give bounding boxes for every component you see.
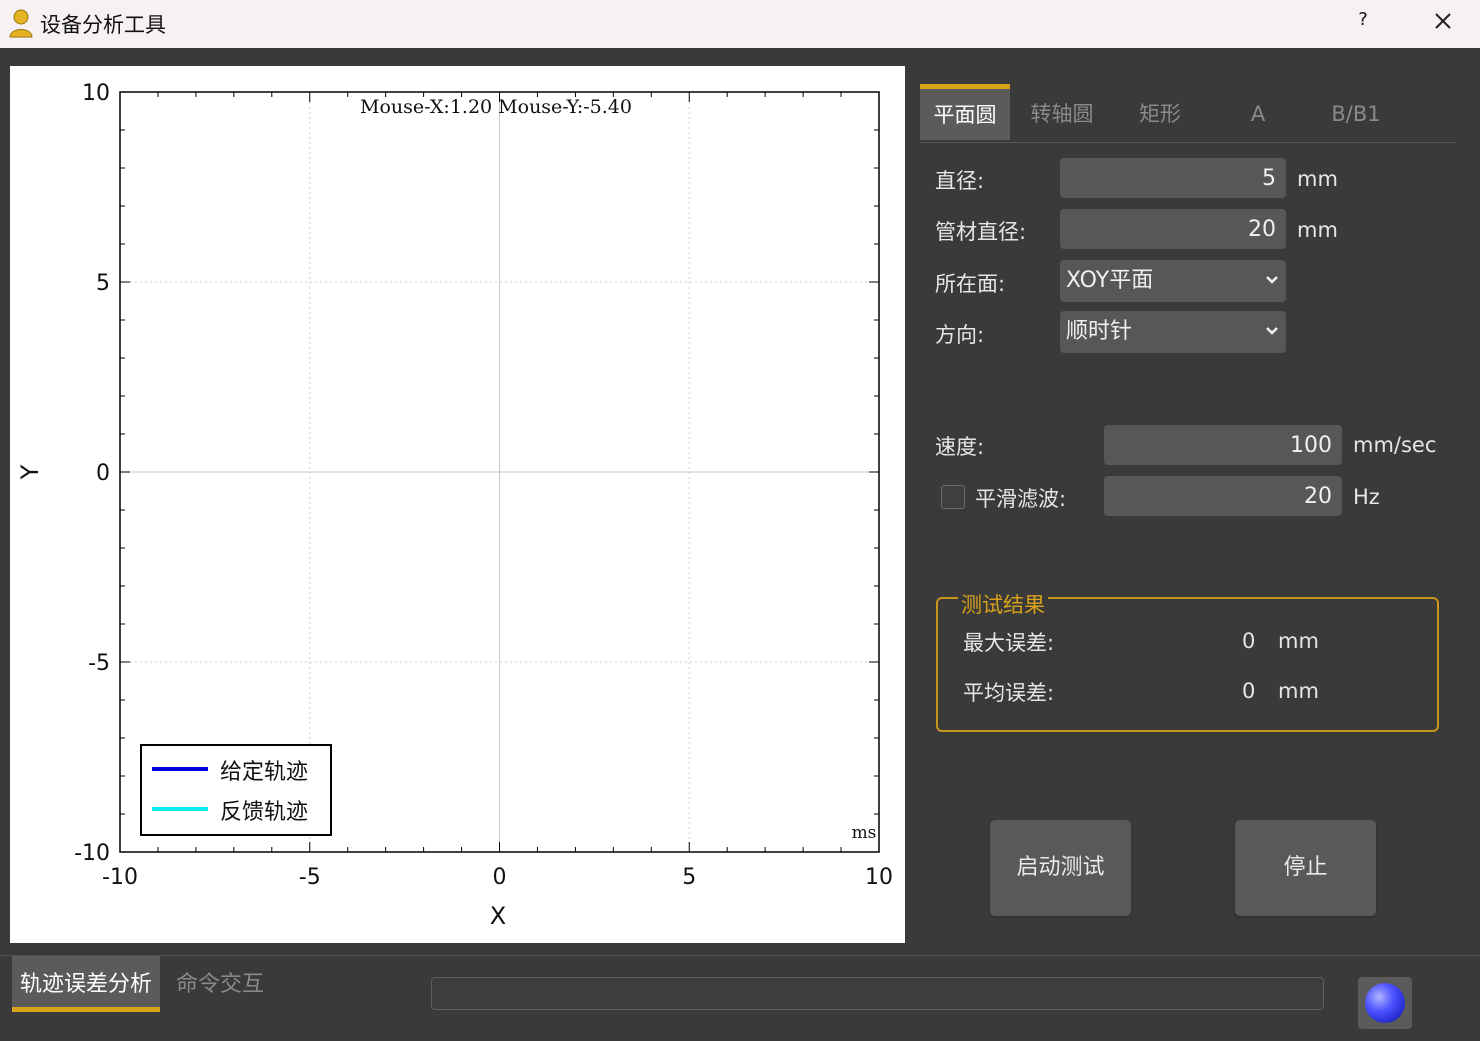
tube-diameter-input[interactable]: 20 (1060, 209, 1286, 249)
direction-label: 方向: (935, 323, 985, 347)
window-title: 设备分析工具 (40, 13, 166, 37)
close-icon[interactable] (1428, 6, 1458, 36)
direction-select-value: 顺时针 (1066, 319, 1133, 344)
diameter-label: 直径: (935, 169, 985, 193)
tab-rectangle[interactable]: 矩形 (1114, 84, 1206, 140)
mouse-readout: Mouse-X:1.20 Mouse-Y:-5.40 (360, 96, 632, 118)
avg-error-label: 平均误差: (963, 681, 1055, 705)
plane-select-value: XOY平面 (1066, 268, 1154, 293)
diameter-unit: mm (1297, 167, 1338, 191)
tab-trajectory-error[interactable]: 轨迹误差分析 (12, 956, 160, 1012)
stop-button[interactable]: 停止 (1235, 820, 1376, 916)
y-tick-label: -10 (74, 841, 110, 866)
x-tick-label: 10 (865, 865, 893, 890)
plane-select[interactable]: XOY平面 (1060, 260, 1286, 302)
max-error-unit: mm (1278, 629, 1319, 653)
status-indicator[interactable] (1358, 977, 1412, 1029)
results-title: 测试结果 (958, 589, 1048, 619)
shape-tabbar: 平面圆 转轴圆 矩形 A B/B1 (920, 84, 1456, 143)
tab-axis-circle[interactable]: 转轴圆 (1016, 84, 1108, 140)
y-axis-label: Y (16, 464, 44, 480)
max-error-label: 最大误差: (963, 631, 1055, 655)
diameter-input[interactable]: 5 (1060, 158, 1286, 198)
tube-diameter-unit: mm (1297, 218, 1338, 242)
legend: 给定轨迹 反馈轨迹 (140, 744, 332, 836)
legend-label-given: 给定轨迹 (220, 760, 308, 785)
user-icon (9, 9, 33, 38)
tube-diameter-label: 管材直径: (935, 220, 1027, 244)
tab-b-b1[interactable]: B/B1 (1308, 84, 1404, 140)
y-tick-label: 10 (82, 81, 110, 106)
x-axis-label: X (490, 902, 506, 930)
speed-label: 速度: (935, 435, 985, 459)
chevron-down-icon (1266, 276, 1278, 284)
plane-label: 所在面: (935, 272, 1006, 296)
title-bar: 设备分析工具 ? (0, 0, 1480, 48)
help-button[interactable]: ? (1350, 9, 1376, 35)
x-tick-label: 0 (493, 865, 507, 890)
x-tick-label: 5 (682, 865, 696, 890)
plot-canvas[interactable]: -10 -5 0 5 10 10 5 0 -5 -10 Mouse-X:1.20 Mouse-Y:… (10, 66, 905, 943)
y-tick-label: 0 (96, 461, 110, 486)
smooth-filter-input[interactable]: 20 (1104, 476, 1342, 516)
speed-unit: mm/sec (1353, 433, 1437, 457)
tab-plane-circle[interactable]: 平面圆 (920, 84, 1010, 140)
max-error-value: 0 (1242, 629, 1256, 653)
trajectory-plot[interactable]: -10 -5 0 5 10 10 5 0 -5 -10 Mouse-X:1.20 Mouse-Y:… (10, 66, 905, 943)
y-tick-label: 5 (96, 271, 110, 296)
progress-bar (431, 977, 1324, 1010)
direction-select[interactable]: 顺时针 (1060, 311, 1286, 353)
status-orb-icon (1365, 983, 1405, 1023)
smooth-filter-unit: Hz (1353, 485, 1380, 509)
start-test-button[interactable]: 启动测试 (990, 820, 1131, 916)
tab-a[interactable]: A (1212, 84, 1304, 140)
x-tick-label: -5 (299, 865, 321, 890)
tab-command[interactable]: 命令交互 (166, 956, 274, 1012)
avg-error-unit: mm (1278, 679, 1319, 703)
speed-input[interactable]: 100 (1104, 425, 1342, 465)
smooth-filter-checkbox[interactable] (941, 485, 965, 509)
y-tick-label: -5 (88, 651, 110, 676)
legend-label-feedback: 反馈轨迹 (220, 800, 308, 825)
x-tick-label: -10 (102, 865, 138, 890)
unit-label: ms (852, 823, 877, 843)
avg-error-value: 0 (1242, 679, 1256, 703)
chevron-down-icon (1266, 327, 1278, 335)
smooth-filter-label: 平滑滤波: (975, 487, 1067, 511)
